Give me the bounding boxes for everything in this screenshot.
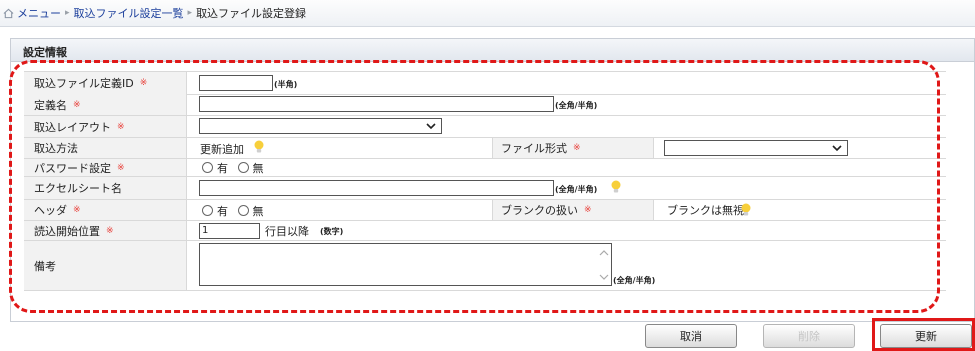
required-mark: ※ <box>117 121 125 132</box>
password-radio-group: 有 無 <box>202 160 264 176</box>
start-row-input[interactable]: 1 <box>199 223 260 239</box>
definition-id-note: (半角) <box>274 80 298 89</box>
blank-handling-value: ブランクは無視 <box>667 204 744 217</box>
row-import-layout: 取込レイアウト ※ <box>24 116 946 138</box>
file-format-select[interactable] <box>664 140 848 156</box>
definition-id-input[interactable] <box>199 75 273 91</box>
import-method-value: 更新追加 <box>200 143 244 156</box>
label-definition-name: 定義名 ※ <box>24 94 187 115</box>
label-blank-handling: ブランクの扱い ※ <box>492 200 654 220</box>
label-header: ヘッダ ※ <box>24 200 187 220</box>
required-mark: ※ <box>106 225 114 236</box>
required-mark: ※ <box>73 205 81 215</box>
row-header: ヘッダ ※ 有 無 ブランクの扱い ※ ブランクは無視 <box>24 200 946 221</box>
label-excel-sheet: エクセルシート名 <box>24 177 187 199</box>
remarks-textarea[interactable] <box>199 243 612 286</box>
breadcrumb-link-menu[interactable]: メニュー <box>17 5 61 21</box>
section-title: 設定情報 <box>23 46 67 59</box>
hint-bulb-icon[interactable] <box>610 180 622 194</box>
row-password: パスワード設定 ※ 有 無 <box>24 159 946 177</box>
row-import-method: 取込方法 更新追加 ファイル形式 ※ <box>24 138 946 159</box>
start-row-suffix: 行目以降 <box>265 225 309 238</box>
label-start-row: 読込開始位置 ※ <box>24 221 187 240</box>
label-import-method: 取込方法 <box>24 138 187 158</box>
hint-bulb-icon[interactable] <box>253 140 265 154</box>
import-layout-select[interactable] <box>199 118 442 134</box>
textarea-scroll-arrows-icon[interactable] <box>598 248 610 282</box>
row-definition-id: 取込ファイル定義ID ※ (半角) <box>24 71 946 95</box>
required-mark: ※ <box>573 143 581 153</box>
annotation-highlight-box <box>872 318 975 351</box>
row-excel-sheet: エクセルシート名 (全角/半角) <box>24 177 946 200</box>
remarks-note: (全角/半角) <box>613 276 656 285</box>
label-definition-id: 取込ファイル定義ID ※ <box>24 72 187 94</box>
definition-name-note: (全角/半角) <box>555 101 598 110</box>
label-file-format: ファイル形式 ※ <box>492 138 654 158</box>
password-radio-no[interactable] <box>237 162 249 173</box>
excel-sheet-note: (全角/半角) <box>555 185 598 194</box>
row-start-row: 読込開始位置 ※ 1 行目以降 (数字) <box>24 221 946 241</box>
header-radio-group: 有 無 <box>202 203 264 219</box>
required-mark: ※ <box>73 99 81 110</box>
section-header: 設定情報 <box>11 39 974 62</box>
excel-sheet-input[interactable] <box>199 180 554 196</box>
label-remarks: 備考 <box>24 241 187 290</box>
definition-name-input[interactable] <box>199 96 554 112</box>
row-definition-name: 定義名 ※ (全角/半角) <box>24 94 946 116</box>
label-import-layout: 取込レイアウト ※ <box>24 116 187 137</box>
hint-bulb-icon[interactable] <box>740 203 752 217</box>
breadcrumb-separator-icon: ▸ <box>65 8 70 18</box>
header-radio-yes[interactable] <box>202 205 213 216</box>
breadcrumb-link-file-settings-list[interactable]: 取込ファイル設定一覧 <box>74 5 184 21</box>
breadcrumb-separator-icon: ▸ <box>187 8 193 18</box>
required-mark: ※ <box>584 205 592 215</box>
required-mark: ※ <box>139 78 148 88</box>
breadcrumb-current: 取込ファイル設定登録 <box>196 7 307 20</box>
cancel-button[interactable]: 取消 <box>645 324 737 348</box>
password-radio-yes[interactable] <box>202 162 213 173</box>
row-remarks: 備考 (全角/半角) <box>24 241 946 291</box>
header-radio-no[interactable] <box>237 205 249 216</box>
breadcrumb: メニュー ▸ 取込ファイル設定一覧 ▸ 取込ファイル設定登録 <box>0 0 975 27</box>
start-row-note: (数字) <box>320 227 344 236</box>
delete-button[interactable]: 削除 <box>763 324 855 348</box>
home-icon[interactable] <box>3 8 14 19</box>
chevron-down-icon <box>426 123 436 130</box>
required-mark: ※ <box>117 162 125 173</box>
label-password: パスワード設定 ※ <box>24 159 187 176</box>
chevron-down-icon <box>832 145 842 152</box>
